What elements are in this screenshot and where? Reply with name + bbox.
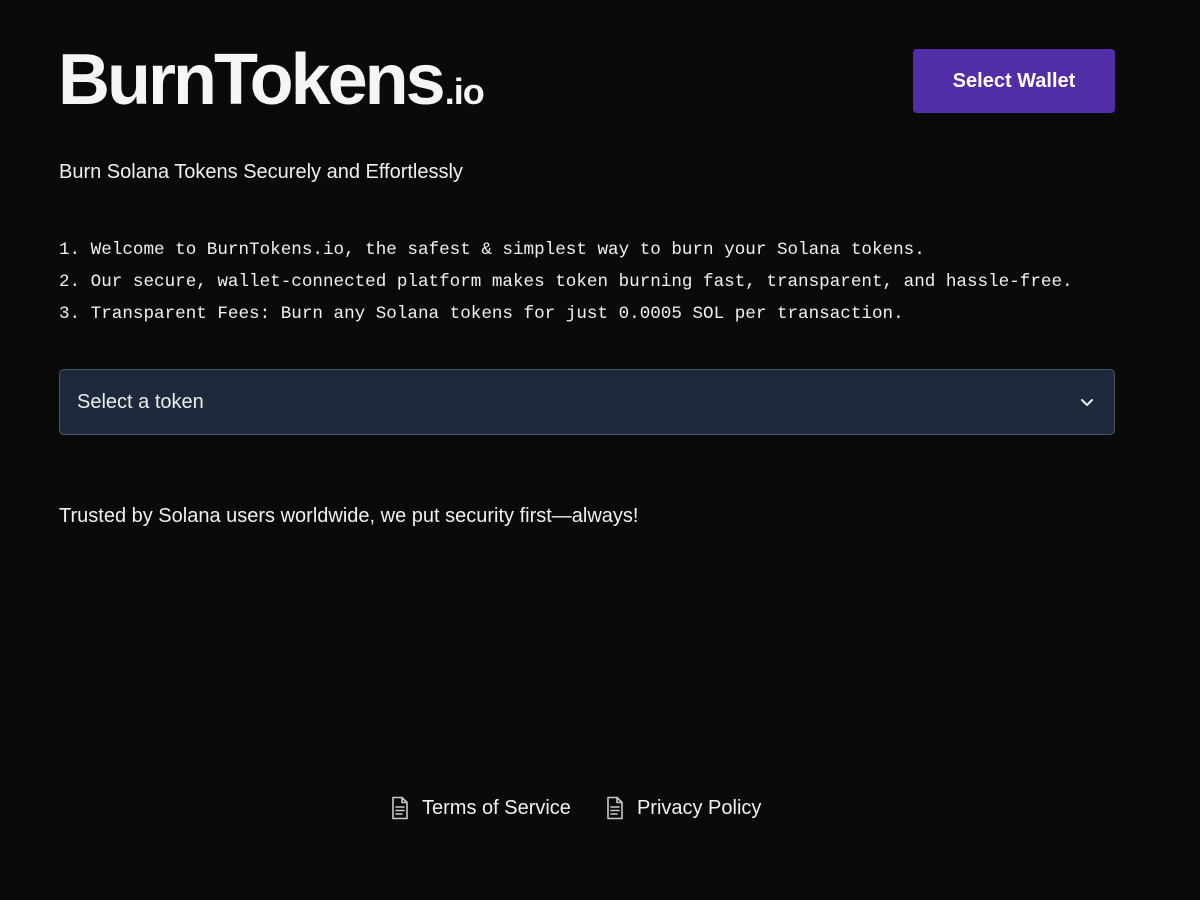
token-select-label: Select a token [77,390,204,413]
privacy-policy-link[interactable]: Privacy Policy [605,794,761,822]
intro-step: 1. Welcome to BurnTokens.io, the safest … [59,240,925,260]
document-icon [392,796,408,820]
terms-of-service-label: Terms of Service [422,797,571,819]
logo-main-text: BurnTokens [58,40,446,120]
chevron-down-icon [1081,399,1093,406]
logo-suffix-text: .io [444,71,485,112]
intro-steps-list: 1. Welcome to BurnTokens.io, the safest … [59,234,1149,330]
footer-links: Terms of Service Privacy Policy [390,794,761,822]
intro-step: 2. Our secure, wallet-connected platform… [59,272,1073,292]
page: BurnTokens .io Select Wallet Burn Solana… [0,0,1200,900]
select-wallet-button[interactable]: Select Wallet [913,49,1115,113]
privacy-policy-label: Privacy Policy [636,797,762,819]
brand-logo[interactable]: BurnTokens .io [58,40,485,120]
trust-message: Trusted by Solana users worldwide, we pu… [59,505,639,527]
intro-step: 3. Transparent Fees: Burn any Solana tok… [59,304,904,324]
terms-of-service-link[interactable]: Terms of Service [390,794,571,822]
document-icon [607,796,623,820]
token-select-dropdown[interactable]: Select a token [59,369,1115,435]
page-tagline: Burn Solana Tokens Securely and Effortle… [59,161,463,183]
